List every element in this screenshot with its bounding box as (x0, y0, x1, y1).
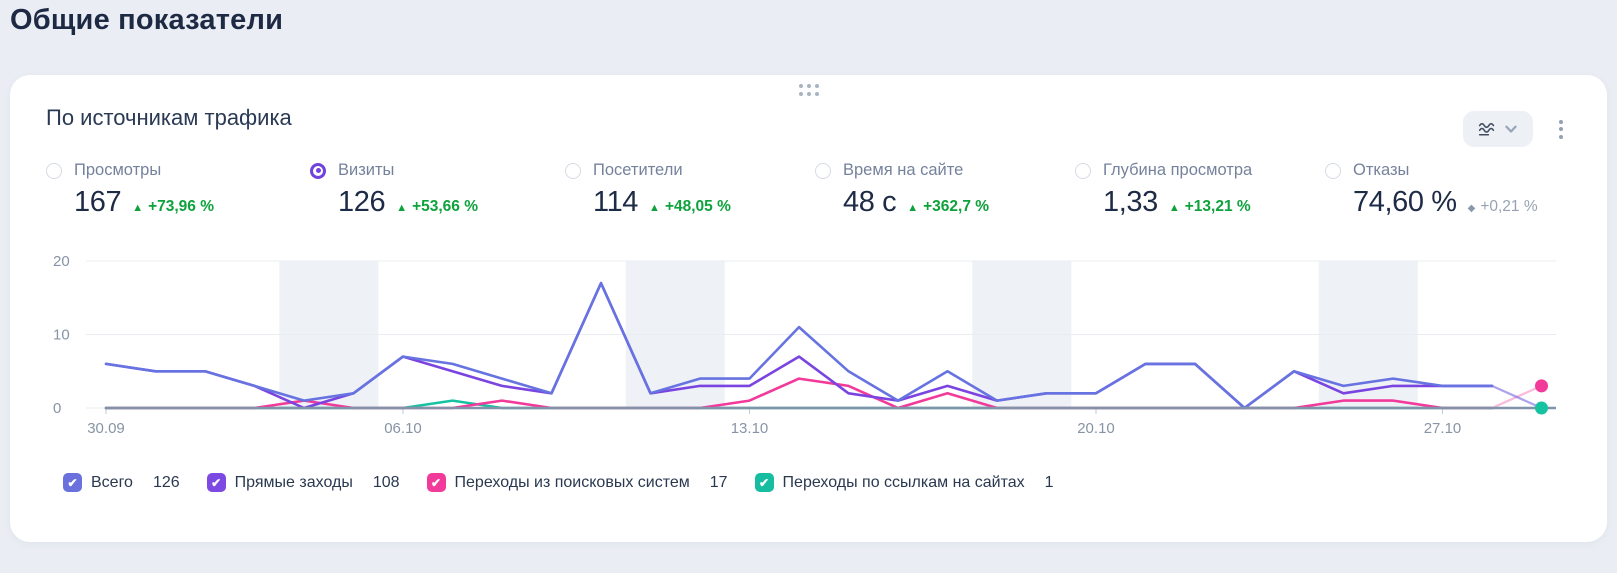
trend-up-icon: ▲ (907, 202, 919, 214)
legend-label: Переходы из поисковых систем (454, 473, 690, 491)
metric-delta-text: +13,21 % (1184, 198, 1251, 215)
metric-delta: ◆ +0,21 % (1468, 198, 1538, 216)
legend-label: Всего (91, 473, 133, 491)
legend-checkbox[interactable]: ✔ (426, 473, 446, 492)
metric-radio[interactable] (815, 162, 831, 179)
chart-type-button[interactable] (1463, 111, 1533, 147)
metric-value: 126 (338, 186, 386, 218)
legend-item-4[interactable]: ✔ Переходы по ссылкам на сайтах 1 (754, 473, 1054, 492)
metric-value: 1,33 (1103, 186, 1158, 218)
legend-item-1[interactable]: ✔ Всего 126 (63, 473, 180, 492)
x-tick-label: 30.09 (87, 420, 125, 437)
x-tick-label: 06.10 (384, 420, 422, 437)
dashboard: Общие показатели По источникам трафика П… (0, 0, 1617, 573)
metric-label: Визиты (338, 161, 395, 179)
chart-legend: ✔ Всего 126 ✔ Прямые заходы 108 ✔ Переходы из п… (63, 473, 1054, 492)
metric-label: Посетители (593, 161, 683, 179)
card-title: По источникам трафика (46, 105, 292, 130)
metric-value: 167 (74, 186, 122, 218)
chevron-down-icon (1502, 120, 1520, 138)
metric-tab-4[interactable]: Время на сайте 48 с ▲ +362,7 % (815, 161, 989, 219)
metric-label: Просмотры (74, 161, 162, 179)
legend-value: 108 (372, 473, 400, 491)
metric-tab-2[interactable]: Визиты 126 ▲ +53,66 % (310, 161, 478, 219)
trend-neutral-icon: ◆ (1467, 203, 1476, 214)
metric-label: Время на сайте (843, 161, 964, 179)
metric-radio[interactable] (46, 162, 62, 179)
metric-delta-text: +73,96 % (148, 198, 215, 215)
metric-value: 74,60 % (1353, 186, 1457, 218)
legend-value: 17 (709, 473, 728, 491)
metric-delta-text: +362,7 % (923, 198, 990, 215)
metric-label: Глубина просмотра (1103, 161, 1253, 179)
legend-item-2[interactable]: ✔ Прямые заходы 108 (206, 473, 400, 492)
legend-checkbox[interactable]: ✔ (63, 473, 82, 492)
y-tick-label: 20 (53, 253, 70, 270)
legend-value: 1 (1044, 473, 1054, 491)
metric-delta: ▲ +48,05 % (649, 198, 731, 216)
x-tick-label: 20.10 (1077, 420, 1115, 437)
trend-up-icon: ▲ (132, 202, 144, 214)
metric-delta-text: +48,05 % (664, 198, 731, 215)
metric-radio[interactable] (1325, 162, 1341, 179)
traffic-sources-card: По источникам трафика Просмотры 167 ▲ +73,9… (10, 75, 1607, 542)
metric-tab-3[interactable]: Посетители 114 ▲ +48,05 % (565, 161, 731, 219)
metric-radio[interactable] (310, 162, 326, 179)
metric-delta: ▲ +362,7 % (907, 198, 989, 216)
series-end-dot (1535, 401, 1548, 415)
metric-delta-text: +0,21 % (1480, 198, 1538, 215)
drag-handle-icon[interactable] (798, 84, 819, 96)
metric-delta: ▲ +13,21 % (1169, 198, 1251, 216)
x-tick-label: 27.10 (1424, 420, 1462, 437)
trend-up-icon: ▲ (1168, 202, 1180, 214)
chart-type-wave-icon (1476, 118, 1498, 140)
series-end-dot (1535, 379, 1548, 393)
traffic-chart: 0 10 20 30.09 06.10 13.10 20.10 27.10 (53, 253, 1556, 437)
kebab-menu-button[interactable] (1547, 111, 1575, 147)
metric-label: Отказы (1353, 161, 1410, 179)
legend-label: Переходы по ссылкам на сайтах (782, 473, 1025, 491)
metric-value: 48 с (843, 186, 897, 218)
metric-value: 114 (593, 186, 639, 218)
y-tick-label: 0 (53, 400, 61, 417)
metric-tab-5[interactable]: Глубина просмотра 1,33 ▲ +13,21 % (1075, 161, 1252, 219)
page-title: Общие показатели (10, 4, 284, 36)
metric-radio[interactable] (1075, 162, 1091, 179)
metric-tab-1[interactable]: Просмотры 167 ▲ +73,96 % (46, 161, 214, 219)
legend-value: 126 (152, 473, 180, 491)
legend-checkbox[interactable]: ✔ (206, 473, 226, 492)
metric-delta-text: +53,66 % (412, 198, 479, 215)
trend-up-icon: ▲ (649, 202, 660, 214)
metric-radio[interactable] (565, 162, 581, 179)
y-tick-label: 10 (53, 327, 70, 344)
trend-up-icon: ▲ (396, 202, 408, 214)
x-tick-label: 13.10 (731, 420, 769, 437)
legend-checkbox[interactable]: ✔ (754, 473, 774, 492)
legend-item-3[interactable]: ✔ Переходы из поисковых систем 17 (426, 473, 728, 492)
legend-label: Прямые заходы (234, 473, 353, 491)
metric-tab-6[interactable]: Отказы 74,60 % ◆ +0,21 % (1325, 161, 1538, 219)
metric-delta: ▲ +53,66 % (396, 198, 478, 216)
metric-delta: ▲ +73,96 % (132, 198, 214, 216)
